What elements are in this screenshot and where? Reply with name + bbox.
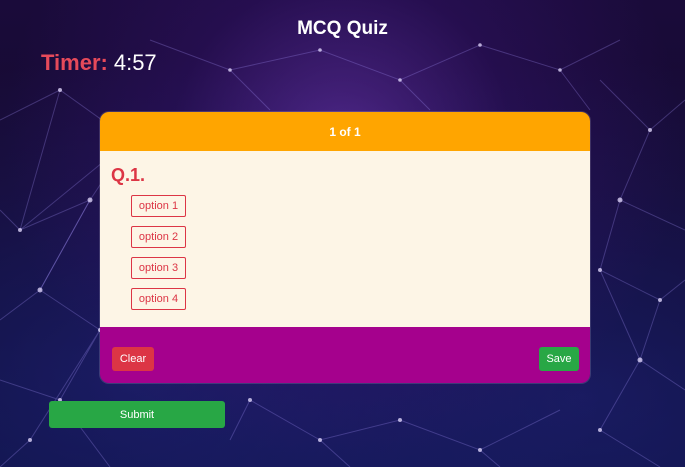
- question-footer: Clear Save: [100, 327, 590, 383]
- option-1-button[interactable]: option 1: [131, 195, 186, 217]
- option-4-button[interactable]: option 4: [131, 288, 186, 310]
- question-progress-header: 1 of 1: [100, 112, 590, 151]
- option-3-button[interactable]: option 3: [131, 257, 186, 279]
- submit-button[interactable]: Submit: [49, 401, 225, 428]
- save-button[interactable]: Save: [539, 347, 579, 371]
- timer-label: Timer:: [41, 50, 108, 75]
- option-2-button[interactable]: option 2: [131, 226, 186, 248]
- timer: Timer: 4:57: [41, 50, 157, 76]
- question-number: Q.1.: [111, 165, 146, 185]
- question-body: Q.1. option 1 option 2 option 3 option 4: [100, 151, 590, 327]
- clear-button[interactable]: Clear: [112, 347, 154, 371]
- timer-value: 4:57: [113, 50, 157, 75]
- question-progress: 1 of 1: [329, 124, 361, 139]
- question-card: 1 of 1 Q.1. option 1 option 2 option 3 o…: [100, 112, 590, 383]
- page-title: MCQ Quiz: [297, 18, 388, 39]
